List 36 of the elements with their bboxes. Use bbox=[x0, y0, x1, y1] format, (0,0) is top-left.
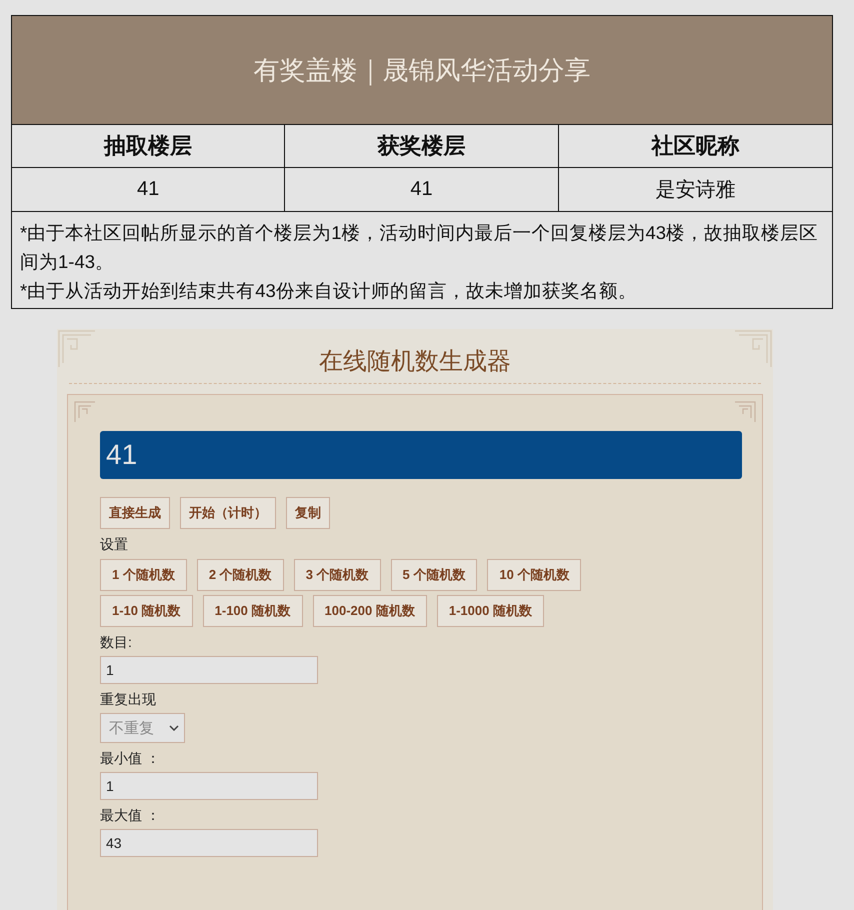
corner-ornament-icon bbox=[733, 400, 757, 424]
caret-icon bbox=[169, 725, 179, 731]
preset-button[interactable]: 5 个随机数 bbox=[390, 559, 478, 591]
input-field[interactable]: 1 bbox=[100, 656, 318, 684]
column-header: 获奖楼层 bbox=[285, 125, 559, 168]
corner-ornament-icon bbox=[733, 329, 773, 369]
announcement-title: 有奖盖楼｜晟锦风华活动分享 bbox=[12, 16, 832, 125]
generator-title: 在线随机数生成器 bbox=[69, 329, 761, 384]
input-field[interactable]: 43 bbox=[100, 829, 318, 857]
input-field[interactable]: 1 bbox=[100, 772, 318, 800]
preset-button[interactable]: 100-200 随机数 bbox=[312, 595, 427, 627]
preset-button[interactable]: 10 个随机数 bbox=[487, 559, 582, 591]
settings-label: 设置 bbox=[100, 535, 129, 554]
action-button[interactable]: 复制 bbox=[286, 497, 330, 529]
table-cell: 是安诗雅 bbox=[558, 168, 832, 212]
field-label: 最小值 ： bbox=[100, 749, 161, 768]
field-label: 重复出现 bbox=[100, 690, 157, 709]
result-display: 41 bbox=[100, 431, 742, 479]
preset-button[interactable]: 3 个随机数 bbox=[294, 559, 381, 591]
preset-button[interactable]: 1-100 随机数 bbox=[202, 595, 303, 627]
corner-ornament-icon bbox=[57, 329, 97, 369]
table-cell: 41 bbox=[285, 168, 559, 212]
field-label: 最大值 ： bbox=[100, 806, 161, 825]
action-button[interactable]: 直接生成 bbox=[100, 497, 170, 529]
note-text: *由于从活动开始到结束共有43份来自设计师的留言，故未增加获奖名额。 bbox=[20, 279, 638, 303]
preset-button[interactable]: 2 个随机数 bbox=[196, 559, 284, 591]
preset-button[interactable]: 1-10 随机数 bbox=[100, 595, 193, 627]
note-text: *由于本社区回帖所显示的首个楼层为1楼，活动时间内最后一个回复楼层为43楼，故抽取楼层区间为1-43。 bbox=[20, 221, 820, 274]
preset-button[interactable]: 1-1000 随机数 bbox=[436, 595, 544, 627]
table-cell: 41 bbox=[12, 168, 286, 212]
preset-button[interactable]: 1 个随机数 bbox=[100, 559, 187, 591]
action-button[interactable]: 开始（计时） bbox=[180, 497, 276, 529]
column-header: 社区昵称 bbox=[558, 125, 832, 168]
field-label: 数目: bbox=[100, 633, 133, 652]
corner-ornament-icon bbox=[73, 400, 97, 424]
column-header: 抽取楼层 bbox=[12, 125, 286, 168]
